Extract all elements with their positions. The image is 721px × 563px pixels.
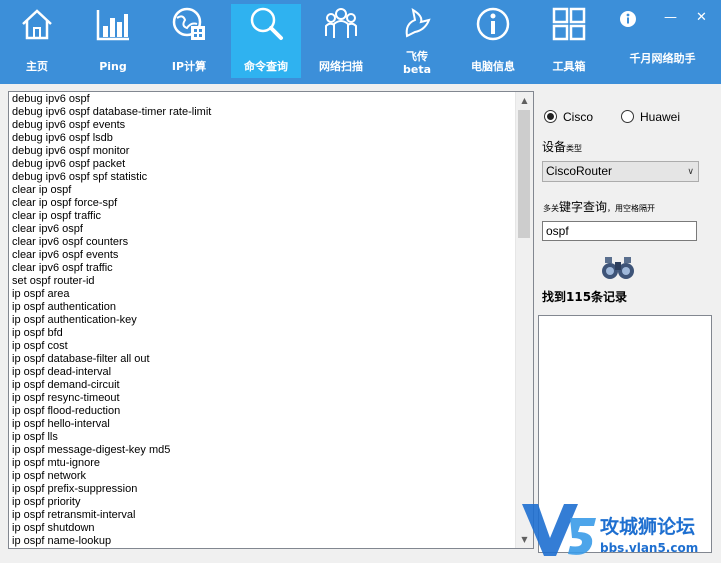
list-item[interactable]: ip ospf demand-circuit xyxy=(12,379,512,392)
scroll-up-icon[interactable]: ▲ xyxy=(516,92,533,109)
list-item[interactable]: debug ipv6 ospf packet xyxy=(12,158,512,171)
list-item[interactable]: clear ip ospf force-spf xyxy=(12,197,512,210)
radio-cisco-label: Cisco xyxy=(563,110,594,124)
hint-small-1: 多关 xyxy=(543,204,559,213)
radio-huawei-dot[interactable] xyxy=(621,110,634,123)
tab-network-scan-label: 网络扫描 xyxy=(319,60,363,73)
tab-ip-calc-label: IP计算 xyxy=(171,60,207,73)
result-count-label: 找到115条记录 xyxy=(542,290,628,304)
globe-calc-icon xyxy=(172,7,205,40)
tab-home[interactable]: 主页 xyxy=(2,4,72,78)
device-type-label-small: 类型 xyxy=(566,144,583,153)
list-item[interactable]: debug ipv6 ospf spf statistic xyxy=(12,171,512,184)
list-item[interactable]: ip ospf flood-reduction xyxy=(12,405,512,418)
list-item[interactable]: ip ospf cost xyxy=(12,340,512,353)
hint-small-2: ，用空格隔开 xyxy=(607,204,656,213)
tab-fly-transfer[interactable]: 飞传 beta xyxy=(382,4,452,78)
tab-ip-calc[interactable]: IP计算 xyxy=(154,4,224,78)
list-item[interactable]: debug ipv6 ospf database-timer rate-limi… xyxy=(12,106,512,119)
keyword-search-input[interactable]: ospf xyxy=(542,221,697,241)
tab-network-scan[interactable]: 网络扫描 xyxy=(306,4,376,78)
close-icon[interactable]: ✕ xyxy=(696,10,707,25)
tab-fly-transfer-label-1: 飞传 xyxy=(406,50,428,63)
radio-huawei-label: Huawei xyxy=(640,110,681,124)
list-vertical-scrollbar[interactable]: ▲ ▼ xyxy=(515,92,533,548)
list-item[interactable]: clear ipv6 ospf events xyxy=(12,249,512,262)
list-item[interactable]: debug ipv6 ospf lsdb xyxy=(12,132,512,145)
command-list: debug ipv6 ospf debug ipv6 ospf database-… xyxy=(12,93,512,548)
tab-toolbox-label: 工具箱 xyxy=(552,60,586,73)
device-type-label-text: 设备 xyxy=(542,140,567,154)
tab-computer-info[interactable]: 电脑信息 xyxy=(458,4,528,78)
list-item[interactable]: clear ipv6 ospf traffic xyxy=(12,262,512,275)
watermark-url: bbs.vlan5.com xyxy=(600,541,699,555)
list-item[interactable]: ip ospf bfd xyxy=(12,327,512,340)
tab-ping[interactable]: Ping xyxy=(78,4,148,78)
list-item[interactable]: clear ip ospf traffic xyxy=(12,210,512,223)
list-item[interactable]: ip ospf message-digest-key md5 xyxy=(12,444,512,457)
command-listbox[interactable]: debug ipv6 ospf debug ipv6 ospf database-… xyxy=(8,91,534,549)
search-icon xyxy=(250,7,283,40)
top-toolbar: 主页 Ping IP计算 命令查询 网络扫描 飞传 beta 电脑信息 工具箱 … xyxy=(0,0,721,84)
list-item[interactable]: clear ipv6 ospf xyxy=(12,223,512,236)
grid-icon xyxy=(552,7,586,41)
tab-fly-transfer-label-2: beta xyxy=(402,63,431,76)
watermark-logo-icon xyxy=(522,504,596,556)
list-item[interactable]: ip ospf hello-interval xyxy=(12,418,512,431)
watermark-title: 攻城狮论坛 xyxy=(600,516,696,538)
watermark: 攻城狮论坛 bbs.vlan5.com xyxy=(520,498,720,560)
chevron-down-icon: ∨ xyxy=(687,166,694,176)
info-icon xyxy=(476,7,510,41)
list-item[interactable]: debug ipv6 ospf monitor xyxy=(12,145,512,158)
tab-ping-label: Ping xyxy=(99,60,127,73)
list-item[interactable]: ip ospf shutdown xyxy=(12,522,512,535)
home-icon xyxy=(22,9,52,40)
list-item[interactable]: ip ospf authentication-key xyxy=(12,314,512,327)
device-type-value: CiscoRouter xyxy=(546,164,613,178)
list-item[interactable]: ip ospf area xyxy=(12,288,512,301)
list-item[interactable]: ip ospf mtu-ignore xyxy=(12,457,512,470)
list-item[interactable]: ip ospf network xyxy=(12,470,512,483)
query-panel: Cisco Huawei 设备类型 CiscoRouter ∨ 多关键字查询，用… xyxy=(534,88,712,554)
app-brand: 千月网络助手 xyxy=(629,52,696,65)
scroll-thumb[interactable] xyxy=(518,110,530,238)
list-item[interactable]: ip ospf prefix-suppression xyxy=(12,483,512,496)
list-item[interactable]: clear ipv6 ospf counters xyxy=(12,236,512,249)
list-item[interactable]: ip ospf authentication xyxy=(12,301,512,314)
tab-home-label: 主页 xyxy=(26,60,48,73)
tab-fly-transfer-label: 飞传 beta xyxy=(382,50,452,76)
radio-cisco-dot[interactable] xyxy=(544,110,557,123)
list-item[interactable]: debug ipv6 ospf xyxy=(12,93,512,106)
list-item[interactable]: clear ip ospf xyxy=(12,184,512,197)
list-item[interactable]: ip ospf retransmit-interval xyxy=(12,509,512,522)
list-item[interactable]: ip ospf lls xyxy=(12,431,512,444)
keyword-hint-label: 多关键字查询，用空格隔开 xyxy=(543,198,655,215)
tab-command-query[interactable]: 命令查询 xyxy=(231,4,301,78)
users-icon xyxy=(325,8,357,38)
list-item[interactable]: ip ospf name-lookup xyxy=(12,535,512,548)
binoculars-icon[interactable] xyxy=(601,256,635,280)
about-info-icon[interactable] xyxy=(619,10,637,28)
list-item[interactable]: ip ospf resync-timeout xyxy=(12,392,512,405)
bar-chart-icon xyxy=(96,10,129,41)
list-item[interactable]: set ospf router-id xyxy=(12,275,512,288)
radio-cisco[interactable]: Cisco xyxy=(544,110,593,124)
minimize-icon[interactable]: — xyxy=(664,10,677,25)
tab-toolbox[interactable]: 工具箱 xyxy=(534,4,604,78)
tab-command-query-label: 命令查询 xyxy=(244,60,288,73)
device-type-select[interactable]: CiscoRouter ∨ xyxy=(542,161,699,182)
tab-computer-info-label: 电脑信息 xyxy=(471,60,515,73)
radio-huawei[interactable]: Huawei xyxy=(621,110,680,124)
list-item[interactable]: ip ospf database-filter all out xyxy=(12,353,512,366)
list-item[interactable]: ip ospf priority xyxy=(12,496,512,509)
list-item[interactable]: debug ipv6 ospf events xyxy=(12,119,512,132)
device-type-label: 设备类型 xyxy=(542,138,582,155)
list-item[interactable]: ip ospf dead-interval xyxy=(12,366,512,379)
hint-big: 键字查询 xyxy=(559,200,608,214)
dove-icon xyxy=(405,7,431,38)
